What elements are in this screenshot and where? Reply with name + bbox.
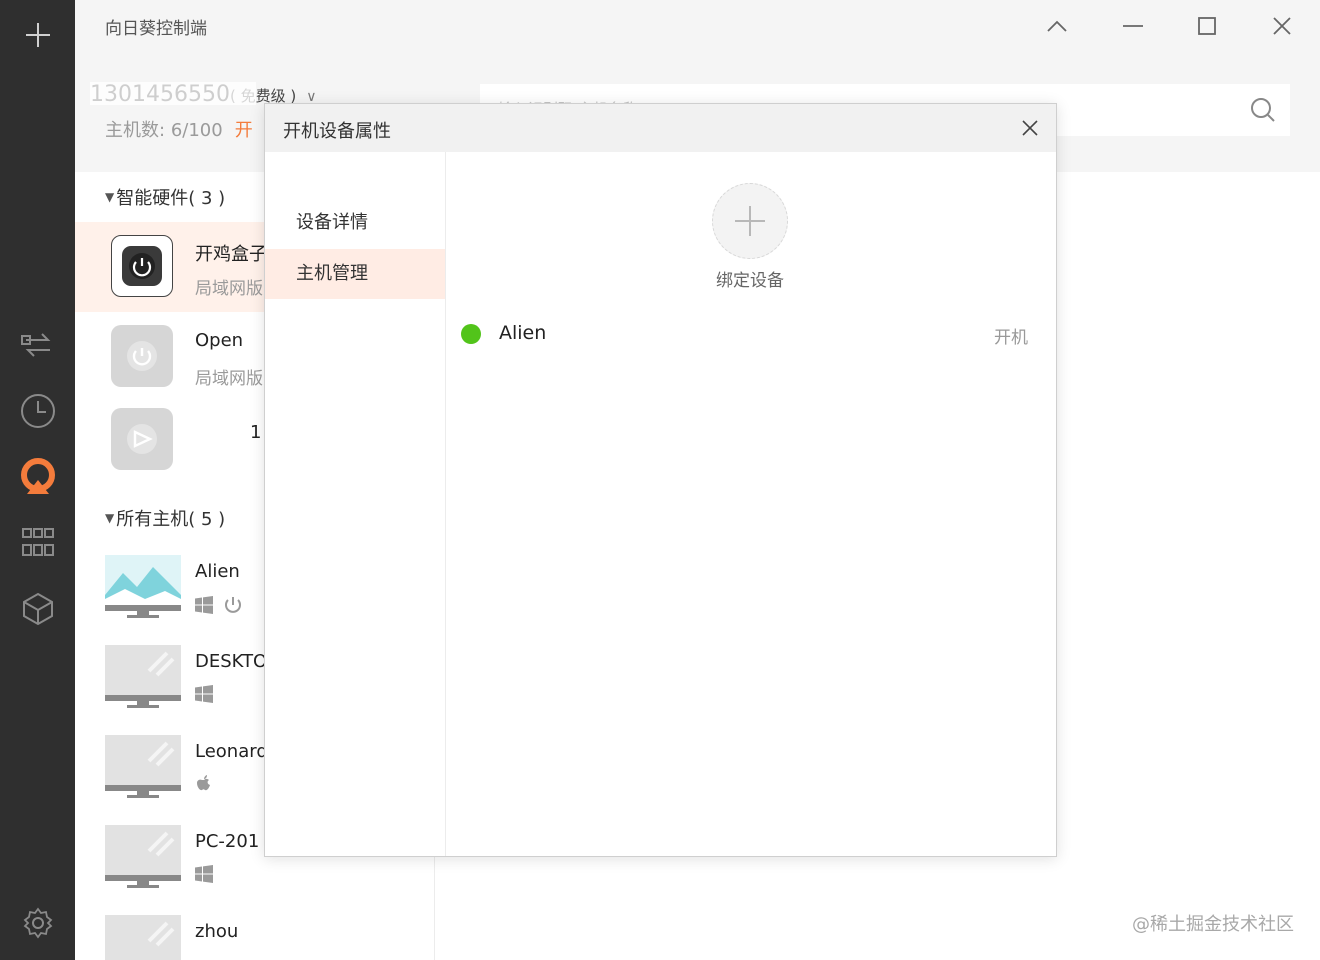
bound-host-row: Alien 开机	[446, 314, 1056, 354]
close-window-icon[interactable]	[1262, 8, 1302, 44]
history-clock-icon[interactable]	[0, 386, 75, 436]
device-box-icon[interactable]	[0, 584, 75, 634]
host-monitor-icon	[105, 645, 181, 708]
hardware-sub: 局域网版	[195, 369, 263, 389]
apple-icon	[197, 775, 210, 791]
apps-grid-icon[interactable]	[0, 517, 75, 567]
upgrade-link[interactable]: 开	[235, 120, 253, 141]
host-os	[195, 685, 213, 703]
chevron-down-icon: ∨	[306, 89, 317, 104]
host-name: Leonard	[195, 741, 268, 762]
maximize-icon[interactable]	[1187, 8, 1227, 44]
power-plug-icon	[111, 325, 173, 387]
host-os	[195, 775, 213, 795]
hardware-name: 1	[250, 422, 262, 443]
device-properties-dialog: 开机设备属性 设备详情 主机管理 绑定设备 Alien 开机	[264, 103, 1057, 857]
power-icon[interactable]	[223, 595, 243, 615]
host-name: zhou	[195, 921, 239, 942]
section-all-hosts[interactable]: ▼ 所有主机( 5 )	[105, 505, 225, 531]
tab-host-management[interactable]: 主机管理	[265, 249, 445, 299]
add-icon[interactable]	[0, 10, 75, 60]
host-os	[195, 865, 213, 883]
host-monitor-icon	[105, 735, 181, 798]
power-on-button[interactable]: 开机	[994, 323, 1028, 348]
host-name: PC-201	[195, 831, 260, 852]
host-item[interactable]: zhou	[75, 915, 435, 960]
hardware-sub: 局域网版	[195, 279, 263, 299]
settings-gear-icon[interactable]	[0, 898, 75, 948]
hardware-name: Open	[195, 330, 244, 351]
section-smart-hardware[interactable]: ▼ 智能硬件( 3 )	[105, 184, 225, 210]
plus-icon	[735, 206, 765, 236]
dialog-tabs: 设备详情 主机管理	[265, 152, 446, 856]
bind-device-label: 绑定设备	[716, 271, 784, 291]
power-box-icon	[111, 235, 173, 297]
left-rail	[0, 0, 75, 960]
host-monitor-icon	[105, 555, 181, 618]
caret-down-icon: ▼	[105, 511, 115, 525]
online-status-dot	[461, 324, 481, 344]
host-count-value: 6/100	[170, 120, 223, 141]
caret-down-icon: ▼	[105, 190, 115, 204]
windows-icon	[195, 685, 213, 703]
host-monitor-icon	[105, 915, 181, 960]
tab-device-details[interactable]: 设备详情	[265, 198, 445, 248]
hardware-name: 开鸡盒子	[195, 244, 267, 265]
host-name: DESKTO	[195, 651, 268, 672]
sunlogin-brand-icon[interactable]	[0, 452, 75, 502]
close-icon[interactable]	[1018, 116, 1042, 140]
bound-host-name: Alien	[499, 322, 547, 344]
collapse-up-icon[interactable]	[1037, 8, 1077, 44]
title-bar: 向日葵控制端	[75, 0, 1320, 52]
dialog-title: 开机设备属性	[283, 121, 391, 142]
host-monitor-icon	[105, 825, 181, 888]
masked-overlay	[90, 82, 256, 105]
search-icon[interactable]	[1250, 97, 1276, 127]
remote-dongle-icon	[111, 408, 173, 470]
bind-device-button[interactable]	[712, 183, 788, 259]
windows-icon	[195, 865, 213, 883]
minimize-icon[interactable]	[1113, 8, 1153, 44]
app-title: 向日葵控制端	[105, 19, 207, 39]
windows-icon	[195, 596, 213, 614]
host-count-label: 主机数:	[105, 120, 166, 141]
host-count: 主机数: 6/100 开	[105, 116, 253, 142]
remote-control-icon[interactable]	[0, 320, 75, 370]
watermark: @稀土掘金技术社区	[1132, 914, 1294, 935]
host-os	[195, 595, 243, 615]
host-name: Alien	[195, 561, 240, 582]
dialog-header: 开机设备属性	[265, 104, 1056, 152]
